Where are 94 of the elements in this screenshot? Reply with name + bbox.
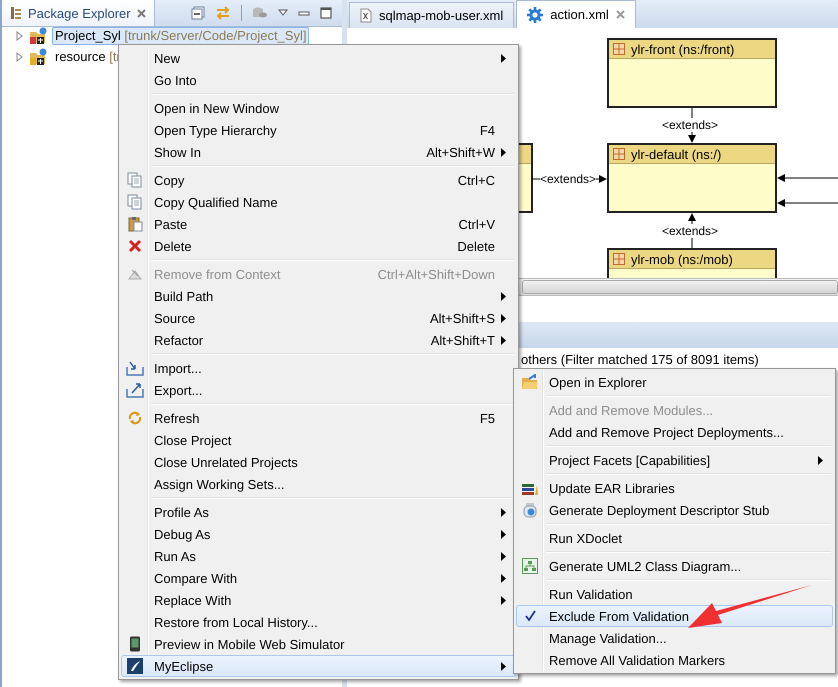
connector-arrow	[777, 174, 838, 182]
submenu-arrow-icon	[501, 508, 506, 516]
close-icon[interactable]	[136, 8, 146, 18]
submenu-arrow-icon	[501, 530, 506, 538]
menu-item[interactable]: Project Facets [Capabilities]	[516, 449, 833, 471]
maximize-icon[interactable]	[320, 7, 332, 19]
package-icon	[613, 253, 625, 265]
menu-item[interactable]: Profile As	[121, 501, 516, 523]
diagram-node[interactable]: ylr-front (ns:/front)	[607, 38, 777, 108]
menu-item[interactable]: Copy Qualified Name	[121, 191, 516, 213]
submenu-arrow-icon	[501, 292, 506, 300]
view-tab[interactable]: Package Explorer	[2, 0, 155, 26]
menu-item[interactable]: Update EAR Libraries	[516, 477, 833, 499]
menu-item[interactable]: New	[121, 47, 516, 69]
jar-icon	[522, 502, 538, 518]
menu-item[interactable]: Open in Explorer	[516, 371, 833, 393]
package-icon	[613, 148, 625, 160]
menu-item[interactable]: Exclude From Validation	[516, 605, 833, 627]
delete-icon	[128, 239, 142, 253]
submenu-arrow-icon	[501, 574, 506, 582]
menu-item[interactable]: Close Project	[121, 429, 516, 451]
close-icon[interactable]	[616, 10, 625, 19]
filter-status: others (Filter matched 175 of 8091 items)	[521, 352, 759, 367]
project-icon	[28, 27, 48, 45]
menu-item[interactable]: Go Into	[121, 69, 516, 91]
menu-item[interactable]: Paste Ctrl+V	[121, 213, 516, 235]
xml-file-icon	[360, 8, 372, 23]
expand-icon[interactable]	[16, 31, 24, 41]
collapse-all-icon[interactable]	[191, 6, 205, 20]
refresh-icon	[127, 410, 143, 426]
export-icon	[126, 382, 144, 398]
menu-item[interactable]: Add and Remove Project Deployments...	[516, 421, 833, 443]
copy-icon	[127, 172, 143, 188]
menu-item[interactable]: MyEclipse	[121, 655, 516, 677]
menu-item[interactable]: Restore from Local History...	[121, 611, 516, 633]
edge-label: <extends>	[662, 118, 718, 132]
editor-tab[interactable]: sqlmap-mob-user.xml	[349, 2, 514, 28]
menu-item[interactable]: Generate UML2 Class Diagram...	[516, 555, 833, 577]
submenu-arrow-icon	[501, 596, 506, 604]
menu-item[interactable]: Debug As	[121, 523, 516, 545]
submenu-arrow-icon	[501, 662, 506, 670]
class-diagram-icon	[522, 558, 538, 574]
package-icon	[10, 6, 22, 20]
tree-item[interactable]: Project_Syl [trunk/Server/Code/Project_Syl]	[52, 27, 310, 45]
menu-item[interactable]: Generate Deployment Descriptor Stub	[516, 499, 833, 521]
menu-item[interactable]: Preview in Mobile Web Simulator	[121, 633, 516, 655]
menu-item[interactable]: Import...	[121, 357, 516, 379]
checkmark-icon	[524, 610, 536, 622]
app-logo-icon	[127, 658, 143, 674]
menu-item[interactable]: Run Validation	[516, 583, 833, 605]
folder-icon	[521, 374, 539, 390]
expand-icon[interactable]	[16, 52, 24, 62]
diagram-node[interactable]: ylr-mob (ns:/mob)	[607, 248, 777, 278]
menu-item[interactable]: Assign Working Sets...	[121, 473, 516, 495]
menu-item[interactable]: Replace With	[121, 589, 516, 611]
link-icon[interactable]	[215, 6, 231, 20]
menu-item[interactable]: Compare With	[121, 567, 516, 589]
menu-item[interactable]: Open in New Window	[121, 97, 516, 119]
menu-item[interactable]: Refresh F5	[121, 407, 516, 429]
package-icon	[613, 43, 625, 55]
import-icon	[126, 360, 144, 376]
copy-icon	[127, 194, 143, 210]
edge-label: <extends>	[540, 172, 596, 186]
menu-item[interactable]: Close Unrelated Projects	[121, 451, 516, 473]
phone-icon	[129, 636, 141, 652]
project-icon	[28, 48, 48, 66]
view-menu-icon[interactable]	[278, 9, 288, 17]
scrollbar-thumb[interactable]	[522, 280, 838, 294]
clipboard-icon	[127, 216, 143, 232]
menu-item[interactable]: Refactor Alt+Shift+T	[121, 329, 516, 351]
submenu-arrow-icon	[501, 54, 506, 62]
menu-item[interactable]: Show In Alt+Shift+W	[121, 141, 516, 163]
menu-item[interactable]: Export...	[121, 379, 516, 401]
edge-label: <extends>	[662, 224, 718, 238]
submenu-arrow-icon	[501, 552, 506, 560]
remove-icon	[127, 267, 143, 281]
submenu-arrow-icon	[501, 314, 506, 322]
submenu-arrow-icon	[501, 148, 506, 156]
editor-tab[interactable]: action.xml	[516, 0, 636, 28]
menu-item[interactable]: Delete Delete	[121, 235, 516, 257]
menu-item[interactable]: Open Type Hierarchy F4	[121, 119, 516, 141]
menu-item[interactable]: Build Path	[121, 285, 516, 307]
menu-item[interactable]: Remove All Validation Markers	[516, 649, 833, 671]
menu-item[interactable]: Source Alt+Shift+S	[121, 307, 516, 329]
connector-arrow	[777, 199, 838, 207]
database-icon[interactable]	[252, 6, 268, 20]
menu-item[interactable]: Run XDoclet	[516, 527, 833, 549]
gear-icon	[527, 6, 544, 22]
diagram-node[interactable]: ylr-default (ns:/)	[607, 143, 777, 213]
menu-item[interactable]: Copy Ctrl+C	[121, 169, 516, 191]
submenu-arrow-icon	[501, 336, 506, 344]
menu-item[interactable]: Manage Validation...	[516, 627, 833, 649]
menu-item[interactable]: Run As	[121, 545, 516, 567]
submenu-arrow-icon	[818, 456, 823, 464]
